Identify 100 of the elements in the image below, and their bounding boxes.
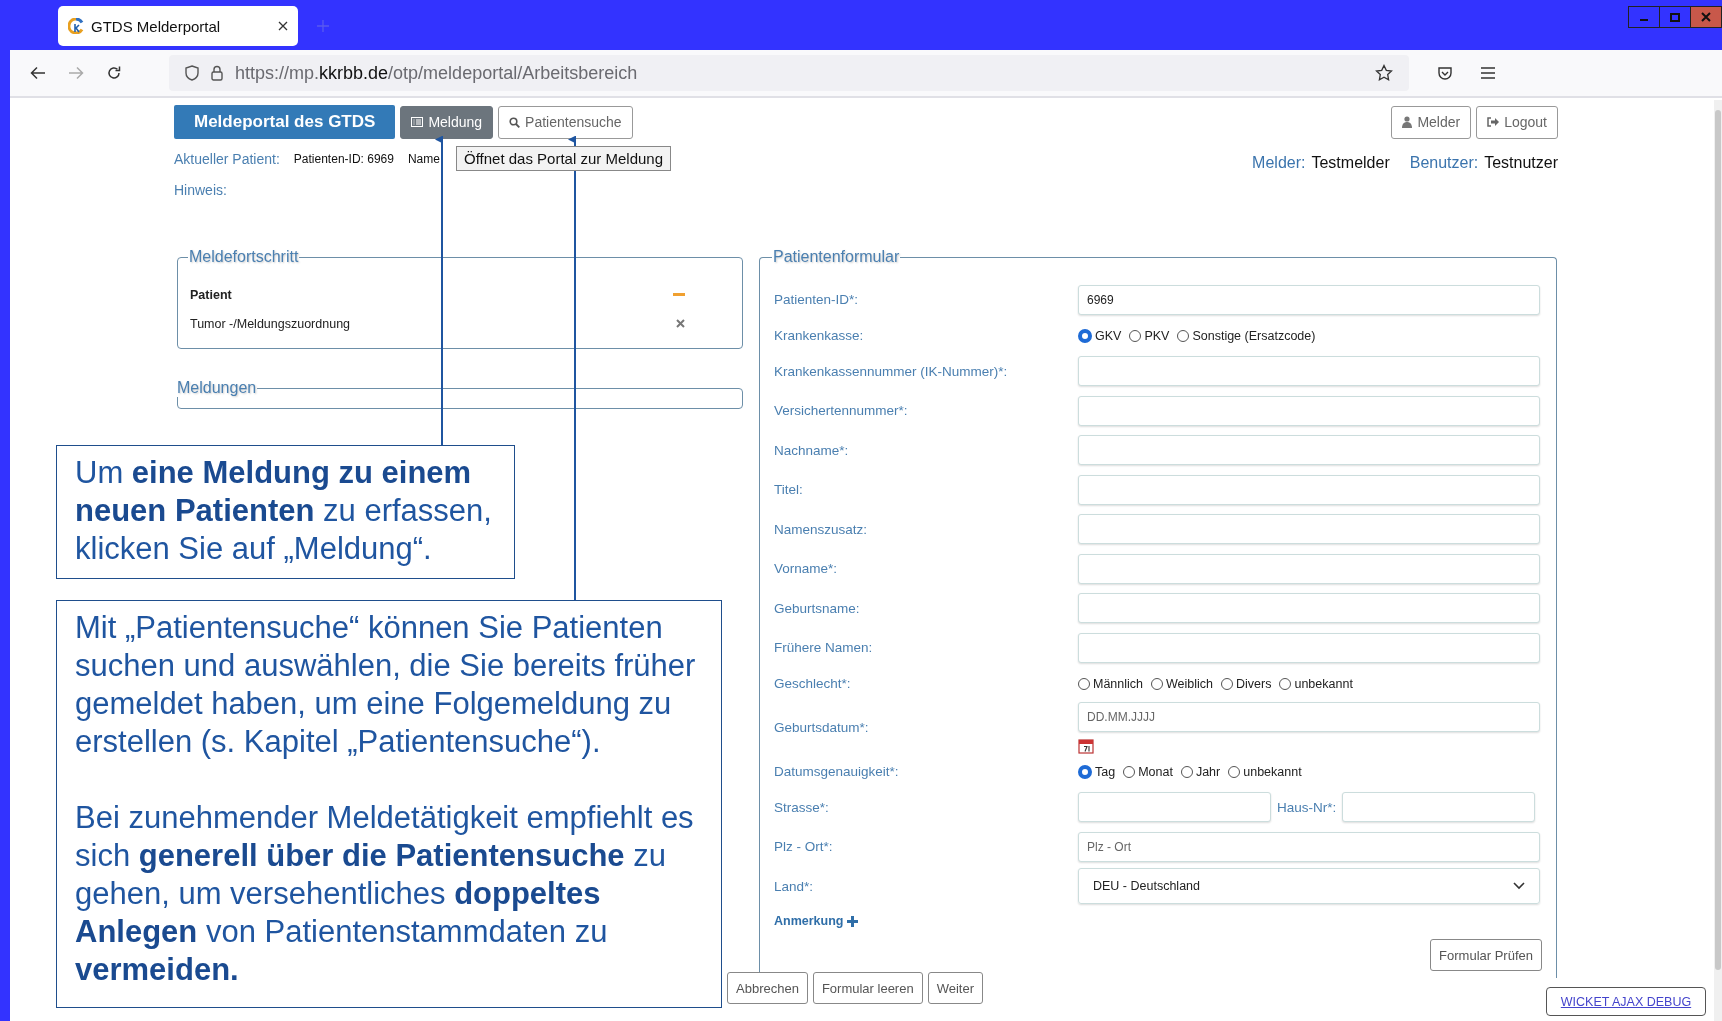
url-text: https://mp.kkrbb.de/otp/meldeportal/Arbeitsbereich xyxy=(235,62,638,84)
logout-button[interactable]: Logout xyxy=(1476,105,1558,139)
pocket-icon xyxy=(1437,65,1453,81)
input-field[interactable] xyxy=(1078,792,1271,823)
radio-label: Männlich xyxy=(1093,676,1144,691)
radio-label: GKV xyxy=(1095,328,1122,343)
input-field[interactable] xyxy=(1078,395,1540,426)
radio-label: Jahr xyxy=(1195,764,1221,779)
reload-icon xyxy=(106,65,122,81)
radio-button[interactable] xyxy=(1177,329,1190,342)
input-field[interactable]: DD.MM.JJJJ xyxy=(1078,701,1540,732)
menu-icon xyxy=(1481,67,1495,79)
tab-title: GTDS Melderportal xyxy=(91,17,222,35)
maximize-icon xyxy=(1670,12,1680,22)
list-icon xyxy=(411,117,424,127)
patient-id: Patienten-ID: 6969 xyxy=(293,152,394,166)
field-label: Strasse*: xyxy=(774,799,830,815)
field-label: Titel: xyxy=(774,482,804,498)
app-logo-icon xyxy=(68,18,84,34)
radio-label: PKV xyxy=(1144,328,1170,343)
add-note-link[interactable]: Anmerkung xyxy=(774,914,859,928)
input-field[interactable] xyxy=(1342,792,1536,823)
lock-icon xyxy=(211,65,223,81)
radio-button[interactable] xyxy=(1151,677,1164,690)
step-label: Patient xyxy=(190,287,232,302)
input-field[interactable]: Plz - Ort xyxy=(1078,831,1540,862)
field-label: Geburtsdatum*: xyxy=(774,720,870,735)
scrollbar-thumb[interactable] xyxy=(1715,110,1721,970)
callout-text: Bei zunehmender Meldetätigkeit empfiehlt es sich generell über die Patientensuche zu gehen, um versehentliches doppeltes Anlegen von Patientenstammdaten zu vermeiden. xyxy=(75,799,695,989)
panel-title: Patientenformular xyxy=(772,248,901,266)
radio-label: Tag xyxy=(1095,764,1116,779)
field-label: Plz - Ort*: xyxy=(774,839,834,855)
country-dropdown[interactable]: DEU - Deutschland xyxy=(1078,868,1540,905)
tooltip: Öffnet das Portal zur Meldung xyxy=(456,146,671,171)
check-form-button[interactable]: Formular Prüfen xyxy=(1430,939,1542,971)
dash-icon xyxy=(673,292,685,297)
browser-tab[interactable]: GTDS Melderportal xyxy=(58,6,298,46)
field-label: Geburtsname: xyxy=(774,600,861,616)
input-field[interactable] xyxy=(1078,474,1540,505)
input-field[interactable] xyxy=(1078,435,1540,466)
field-label: Krankenkasse: xyxy=(774,328,865,343)
radio-button[interactable] xyxy=(1180,765,1193,778)
minimize-icon xyxy=(1640,19,1648,21)
radio-button[interactable] xyxy=(1123,765,1136,778)
radio-button[interactable] xyxy=(1078,328,1092,343)
radio-label: unbekannt xyxy=(1243,764,1302,779)
close-icon xyxy=(278,21,288,31)
shield-icon xyxy=(185,65,199,81)
action-button[interactable]: Formular leeren xyxy=(812,972,923,1004)
calendar-icon xyxy=(1078,737,1094,754)
close-button[interactable] xyxy=(1690,7,1721,27)
action-button[interactable]: Abbrechen xyxy=(727,972,808,1004)
field-label: Haus-Nr*: xyxy=(1277,799,1337,815)
back-icon xyxy=(30,66,46,80)
search-icon xyxy=(509,116,521,128)
field-label: Hinweis: xyxy=(174,182,227,198)
scrollbar[interactable] xyxy=(1714,100,1722,1021)
logout-icon xyxy=(1487,117,1500,127)
field-label: Frühere Namen: xyxy=(774,640,874,656)
field-label: Krankenkassennummer (IK-Nummer)*: xyxy=(774,363,1009,379)
portal-title: Meldeportal des GTDS xyxy=(174,105,396,139)
radio-label: Divers xyxy=(1236,676,1272,691)
user-button[interactable]: Melder xyxy=(1391,105,1472,139)
field-label: Namenszusatz: xyxy=(774,521,869,537)
field-label: Patienten-ID*: xyxy=(774,292,860,308)
cross-icon xyxy=(676,319,685,328)
nav-button[interactable]: Meldung xyxy=(400,105,494,139)
plus-icon xyxy=(847,915,859,927)
radio-label: Sonstige (Ersatzcode) xyxy=(1192,328,1316,343)
field-label: Land*: xyxy=(774,878,815,894)
input-field[interactable] xyxy=(1078,356,1540,387)
field-label: Datumsgenauigkeit*: xyxy=(774,764,900,779)
radio-button[interactable] xyxy=(1279,677,1292,690)
address-bar[interactable]: https://mp.kkrbb.de/otp/meldeportal/Arbeitsbereich xyxy=(169,55,1409,91)
action-button[interactable]: Weiter xyxy=(927,972,983,1004)
callout-text: Mit „Patientensuche“ können Sie Patienten suchen und auswählen, die Sie bereits früher gemeldet haben, um eine Folgemeldung zu erstellen (s. Kapitel „Patientensuche“). xyxy=(75,609,697,761)
input-field[interactable] xyxy=(1078,553,1540,584)
callout-text: Um eine Meldung zu einem neuen Patienten zu erfassen, klicken Sie auf „Meldung“. xyxy=(75,454,493,568)
debug-link[interactable]: WICKET AJAX DEBUG xyxy=(1546,987,1706,1016)
step-label: Tumor -/Meldungszuordnung xyxy=(190,316,351,331)
field-label: Name xyxy=(407,152,440,166)
radio-button[interactable] xyxy=(1129,329,1142,342)
field-label: Geschlecht*: xyxy=(774,676,852,691)
field-value: Testmelder xyxy=(1311,154,1390,172)
bookmark-star-icon xyxy=(1375,64,1393,82)
field-label: Aktueller Patient: xyxy=(174,151,280,167)
field-label: Versichertennummer*: xyxy=(774,403,909,419)
radio-button[interactable] xyxy=(1221,677,1234,690)
radio-button[interactable] xyxy=(1078,677,1090,690)
radio-button[interactable] xyxy=(1078,764,1092,779)
input-field[interactable] xyxy=(1078,514,1540,545)
input-field[interactable] xyxy=(1078,593,1540,624)
radio-label: Weiblich xyxy=(1166,676,1214,691)
input-field[interactable]: 6969 xyxy=(1078,284,1540,315)
nav-button[interactable]: Patientensuche xyxy=(498,105,633,139)
radio-button[interactable] xyxy=(1228,765,1241,778)
forward-icon xyxy=(68,66,84,80)
field-value: Testnutzer xyxy=(1484,154,1558,172)
user-icon xyxy=(1402,116,1413,128)
input-field[interactable] xyxy=(1078,632,1540,663)
